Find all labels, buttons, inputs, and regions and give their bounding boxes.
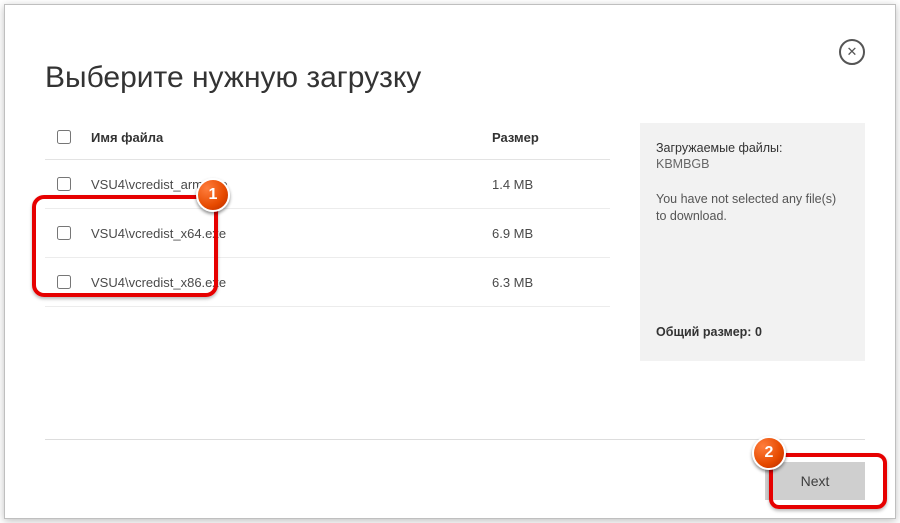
table-row[interactable]: VSU4\vcredist_x64.exe 6.9 MB <box>45 209 610 258</box>
header-size: Размер <box>484 123 610 160</box>
table-row[interactable]: VSU4\vcredist_arm.exe 1.4 MB <box>45 160 610 209</box>
dialog-window: ✕ Выберите нужную загрузку Имя файла Раз… <box>4 4 896 519</box>
header-checkbox-cell <box>45 123 83 160</box>
header-filename: Имя файла <box>83 123 484 160</box>
select-all-checkbox[interactable] <box>57 130 71 144</box>
summary-column: Загружаемые файлы: KBMBGB You have not s… <box>640 123 865 361</box>
next-button[interactable]: Next <box>765 462 865 500</box>
close-icon: ✕ <box>847 44 858 60</box>
filename-cell: VSU4\vcredist_arm.exe <box>83 160 484 209</box>
filename-cell: VSU4\vcredist_x86.exe <box>83 258 484 307</box>
footer-divider <box>45 439 865 440</box>
table-row[interactable]: VSU4\vcredist_x86.exe 6.3 MB <box>45 258 610 307</box>
summary-title: Загружаемые файлы: <box>656 141 849 155</box>
columns: Имя файла Размер VSU4\vcredist_arm.exe 1… <box>45 123 865 361</box>
summary-sub: KBMBGB <box>656 157 849 171</box>
dialog-content: Выберите нужную загрузку Имя файла Разме… <box>45 61 865 498</box>
file-table: Имя файла Размер VSU4\vcredist_arm.exe 1… <box>45 123 610 307</box>
size-cell: 6.9 MB <box>484 209 610 258</box>
summary-panel: Загружаемые файлы: KBMBGB You have not s… <box>640 123 865 361</box>
summary-message: You have not selected any file(s) to dow… <box>656 191 849 225</box>
summary-total: Общий размер: 0 <box>656 309 849 339</box>
size-cell: 1.4 MB <box>484 160 610 209</box>
table-header-row: Имя файла Размер <box>45 123 610 160</box>
row-checkbox[interactable] <box>57 226 71 240</box>
page-title: Выберите нужную загрузку <box>45 61 865 95</box>
row-checkbox[interactable] <box>57 177 71 191</box>
filename-cell: VSU4\vcredist_x64.exe <box>83 209 484 258</box>
size-cell: 6.3 MB <box>484 258 610 307</box>
file-list-column: Имя файла Размер VSU4\vcredist_arm.exe 1… <box>45 123 610 361</box>
footer: Next <box>765 462 865 500</box>
row-checkbox[interactable] <box>57 275 71 289</box>
